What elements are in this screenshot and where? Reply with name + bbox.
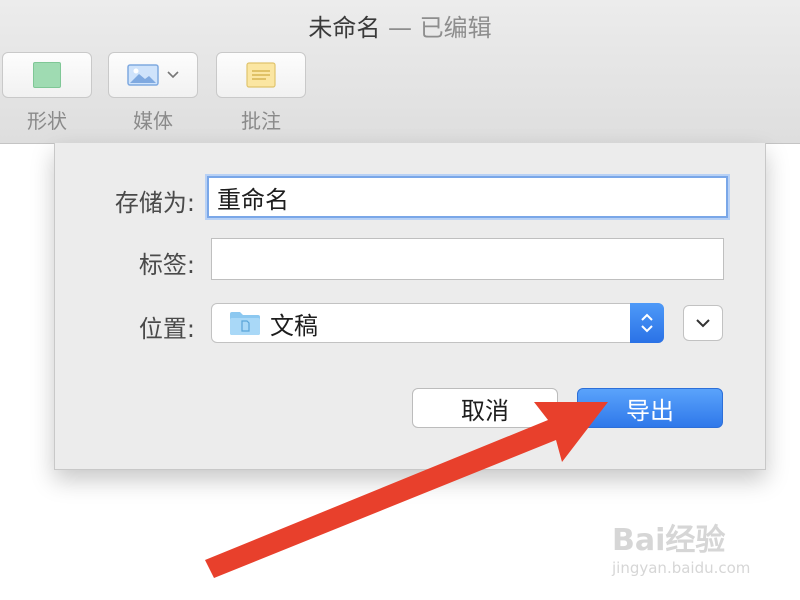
save-as-label: 存储为:	[114, 189, 195, 217]
watermark-brand: Bai经验	[612, 523, 726, 558]
watermark-url: jingyan.baidu.com	[612, 559, 751, 577]
shape-icon	[33, 62, 61, 88]
cancel-button[interactable]: 取消	[412, 388, 558, 428]
folder-icon	[230, 312, 260, 335]
edited-status: 已编辑	[419, 14, 492, 42]
tags-label: 标签:	[138, 251, 195, 279]
shape-button[interactable]	[2, 52, 92, 98]
note-icon	[246, 62, 276, 88]
shape-label: 形状	[27, 109, 67, 133]
media-label: 媒体	[133, 109, 173, 133]
window-header: 未命名 — 已编辑 形状 媒体 批注	[0, 0, 800, 144]
export-dialog: 存储为: 标签: 位置: 文稿 取消 导出	[54, 143, 766, 470]
location-popup[interactable]: 文稿	[211, 303, 664, 343]
chevron-down-icon	[696, 319, 710, 328]
chevron-down-icon	[167, 71, 179, 79]
tags-input[interactable]	[211, 238, 724, 280]
expand-button[interactable]	[683, 305, 723, 341]
watermark: Bai经验 jingyan.baidu.com	[612, 515, 782, 585]
title-separator: —	[388, 14, 412, 42]
save-as-input[interactable]	[207, 176, 728, 218]
location-stepper[interactable]	[630, 303, 664, 343]
comment-label: 批注	[241, 109, 281, 133]
export-button[interactable]: 导出	[577, 388, 723, 428]
media-icon	[127, 64, 159, 86]
comment-button[interactable]	[216, 52, 306, 98]
document-name: 未命名	[308, 14, 381, 42]
media-button[interactable]	[108, 52, 198, 98]
location-value: 文稿	[270, 311, 318, 340]
location-label: 位置:	[138, 315, 195, 343]
window-title: 未命名 — 已编辑	[0, 8, 800, 43]
up-down-chevron-icon	[641, 313, 653, 333]
